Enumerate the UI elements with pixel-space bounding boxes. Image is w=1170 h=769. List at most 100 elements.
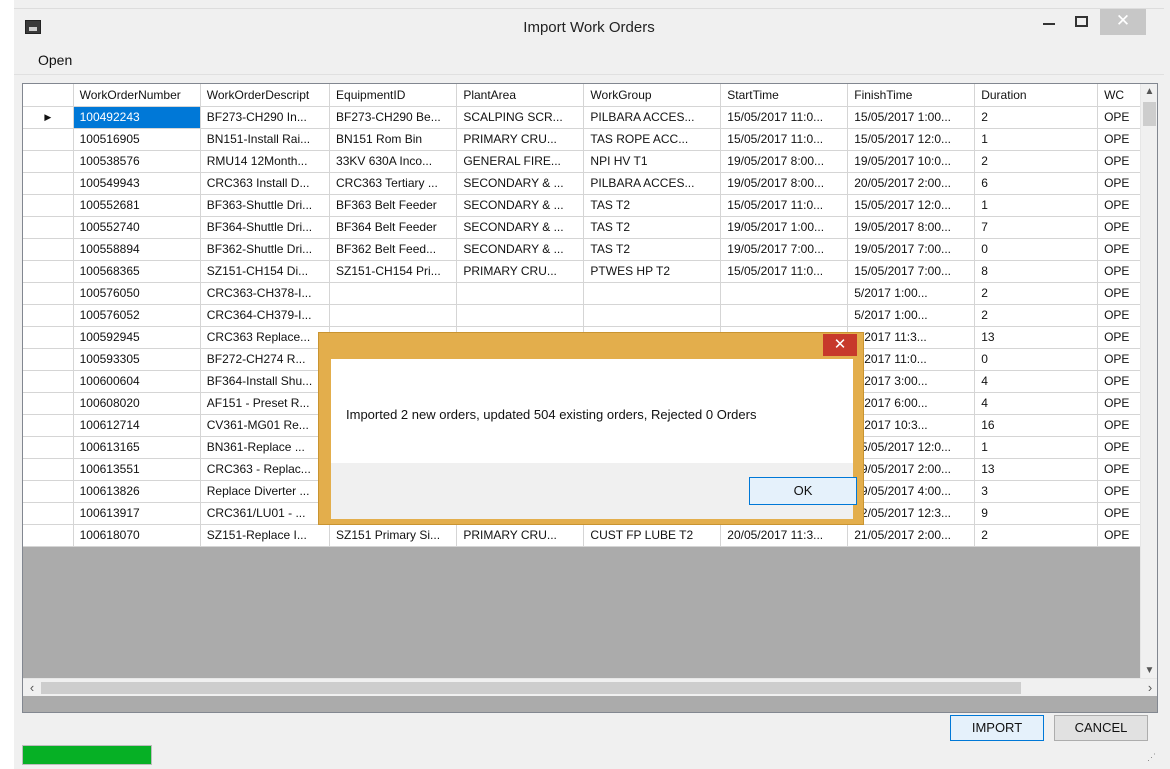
column-header[interactable]: EquipmentID bbox=[329, 84, 458, 107]
table-cell[interactable]: 1 bbox=[974, 194, 1099, 217]
table-cell[interactable]: 1 bbox=[974, 436, 1099, 459]
table-cell[interactable]: CRC363 Tertiary ... bbox=[329, 172, 458, 195]
table-cell[interactable]: TAS T2 bbox=[583, 216, 722, 239]
table-cell[interactable]: CUST FP LUBE T2 bbox=[583, 524, 722, 547]
row-header[interactable] bbox=[23, 524, 74, 547]
row-pointer-icon[interactable]: ▶ bbox=[23, 106, 74, 129]
row-header[interactable] bbox=[23, 304, 74, 327]
scroll-down-icon[interactable]: ▼ bbox=[1141, 665, 1157, 676]
table-cell[interactable]: 15/05/2017 11:0... bbox=[720, 106, 849, 129]
table-cell[interactable]: SCALPING SCR... bbox=[456, 106, 585, 129]
table-cell[interactable]: 5/2017 1:00... bbox=[847, 282, 976, 305]
table-cell[interactable]: BF363-Shuttle Dri... bbox=[200, 194, 331, 217]
row-header[interactable] bbox=[23, 238, 74, 261]
table-cell[interactable]: 100613917 bbox=[73, 502, 201, 525]
table-cell[interactable]: BF362 Belt Feed... bbox=[329, 238, 458, 261]
table-cell[interactable]: 15/05/2017 12:0... bbox=[847, 128, 976, 151]
table-cell[interactable]: 5/2017 6:00... bbox=[847, 392, 976, 415]
table-cell[interactable]: 5/2017 3:00... bbox=[847, 370, 976, 393]
table-cell[interactable]: 100592945 bbox=[73, 326, 201, 349]
table-cell[interactable]: CRC363 - Replac... bbox=[200, 458, 331, 481]
table-cell[interactable]: 13 bbox=[974, 458, 1099, 481]
table-cell[interactable]: 21/05/2017 2:00... bbox=[847, 524, 976, 547]
table-cell[interactable]: 4 bbox=[974, 370, 1099, 393]
table-cell[interactable]: 15/05/2017 11:0... bbox=[720, 128, 849, 151]
table-cell[interactable]: 22/05/2017 12:3... bbox=[847, 502, 976, 525]
maximize-button[interactable] bbox=[1066, 9, 1096, 35]
dialog-close-button[interactable]: ✕ bbox=[823, 334, 857, 356]
table-cell[interactable]: PRIMARY CRU... bbox=[456, 524, 585, 547]
row-header[interactable] bbox=[23, 282, 74, 305]
row-header[interactable] bbox=[23, 392, 74, 415]
row-header[interactable] bbox=[23, 260, 74, 283]
table-cell[interactable]: SZ151-CH154 Di... bbox=[200, 260, 331, 283]
scroll-up-icon[interactable]: ▲ bbox=[1141, 86, 1157, 97]
table-cell[interactable]: 20/05/2017 2:00... bbox=[847, 172, 976, 195]
row-header[interactable] bbox=[23, 326, 74, 349]
table-cell[interactable]: 100608020 bbox=[73, 392, 201, 415]
table-cell[interactable]: 33KV 630A Inco... bbox=[329, 150, 458, 173]
minimize-button[interactable] bbox=[1034, 9, 1064, 35]
row-header[interactable] bbox=[23, 172, 74, 195]
table-cell[interactable]: 2 bbox=[974, 304, 1099, 327]
vertical-scrollbar[interactable]: ▲ ▼ bbox=[1140, 84, 1157, 678]
row-header[interactable] bbox=[23, 194, 74, 217]
table-cell[interactable]: 15/05/2017 1:00... bbox=[847, 106, 976, 129]
table-cell[interactable]: SZ151-CH154 Pri... bbox=[329, 260, 458, 283]
table-cell[interactable]: 3 bbox=[974, 480, 1099, 503]
table-cell[interactable]: CRC363-CH378-I... bbox=[200, 282, 331, 305]
table-cell[interactable]: BN151 Rom Bin bbox=[329, 128, 458, 151]
table-cell[interactable]: 100552681 bbox=[73, 194, 201, 217]
table-cell[interactable] bbox=[583, 282, 722, 305]
table-cell[interactable]: 5/2017 10:3... bbox=[847, 414, 976, 437]
column-header[interactable]: WorkOrderNumber bbox=[73, 84, 201, 107]
table-cell[interactable]: 100618070 bbox=[73, 524, 201, 547]
table-cell[interactable]: 2 bbox=[974, 106, 1099, 129]
table-cell[interactable]: 15/05/2017 11:0... bbox=[720, 260, 849, 283]
table-cell[interactable]: BF273-CH290 Be... bbox=[329, 106, 458, 129]
table-cell[interactable]: 19/05/2017 8:00... bbox=[720, 172, 849, 195]
table-cell[interactable]: PTWES HP T2 bbox=[583, 260, 722, 283]
table-cell[interactable] bbox=[720, 282, 849, 305]
table-cell[interactable]: 4 bbox=[974, 392, 1099, 415]
table-cell[interactable]: PILBARA ACCES... bbox=[583, 106, 722, 129]
row-header[interactable] bbox=[23, 458, 74, 481]
ok-button[interactable]: OK bbox=[749, 477, 857, 505]
table-cell[interactable]: 19/05/2017 7:00... bbox=[847, 238, 976, 261]
column-header[interactable]: WorkGroup bbox=[583, 84, 722, 107]
table-cell[interactable]: 100538576 bbox=[73, 150, 201, 173]
table-cell[interactable]: CV361-MG01 Re... bbox=[200, 414, 331, 437]
table-cell[interactable] bbox=[456, 282, 585, 305]
table-cell[interactable]: 100576052 bbox=[73, 304, 201, 327]
table-cell[interactable]: CRC363 Replace... bbox=[200, 326, 331, 349]
table-row[interactable]: 100516905 BN151-Install Rai... BN151 Rom B… bbox=[23, 128, 1157, 151]
table-cell[interactable]: 6 bbox=[974, 172, 1099, 195]
cancel-button[interactable]: CANCEL bbox=[1054, 715, 1148, 741]
table-cell[interactable]: 5/2017 11:0... bbox=[847, 348, 976, 371]
table-cell[interactable]: BF273-CH290 In... bbox=[200, 106, 331, 129]
table-cell[interactable]: 100612714 bbox=[73, 414, 201, 437]
table-cell[interactable]: 100558894 bbox=[73, 238, 201, 261]
scroll-right-icon[interactable]: › bbox=[1141, 679, 1157, 697]
table-cell[interactable]: 15/05/2017 12:0... bbox=[847, 436, 976, 459]
import-button[interactable]: IMPORT bbox=[950, 715, 1044, 741]
column-header[interactable]: Duration bbox=[974, 84, 1099, 107]
table-row[interactable]: 100618070 SZ151-Replace I... SZ151 Primary… bbox=[23, 524, 1157, 547]
table-row[interactable]: 100568365 SZ151-CH154 Di... SZ151-CH154 Pr… bbox=[23, 260, 1157, 283]
table-cell[interactable]: TAS ROPE ACC... bbox=[583, 128, 722, 151]
table-cell[interactable]: SECONDARY & ... bbox=[456, 216, 585, 239]
table-row[interactable]: 100538576 RMU14 12Month... 33KV 630A Inco.… bbox=[23, 150, 1157, 173]
table-cell[interactable]: SZ151-Replace I... bbox=[200, 524, 331, 547]
table-cell[interactable]: 5/2017 1:00... bbox=[847, 304, 976, 327]
table-cell[interactable]: 20/05/2017 11:3... bbox=[720, 524, 849, 547]
horizontal-scrollbar[interactable]: ‹ › bbox=[23, 678, 1157, 697]
table-cell[interactable]: 0 bbox=[974, 238, 1099, 261]
table-cell[interactable]: BF364 Belt Feeder bbox=[329, 216, 458, 239]
table-cell[interactable] bbox=[329, 282, 458, 305]
table-row[interactable]: 100552740 BF364-Shuttle Dri... BF364 Belt … bbox=[23, 216, 1157, 239]
vertical-scroll-thumb[interactable] bbox=[1143, 102, 1156, 126]
row-header[interactable] bbox=[23, 480, 74, 503]
table-cell[interactable]: BF364-Shuttle Dri... bbox=[200, 216, 331, 239]
table-cell[interactable]: 13 bbox=[974, 326, 1099, 349]
resize-grip-icon[interactable]: ⋰ bbox=[1147, 752, 1156, 763]
